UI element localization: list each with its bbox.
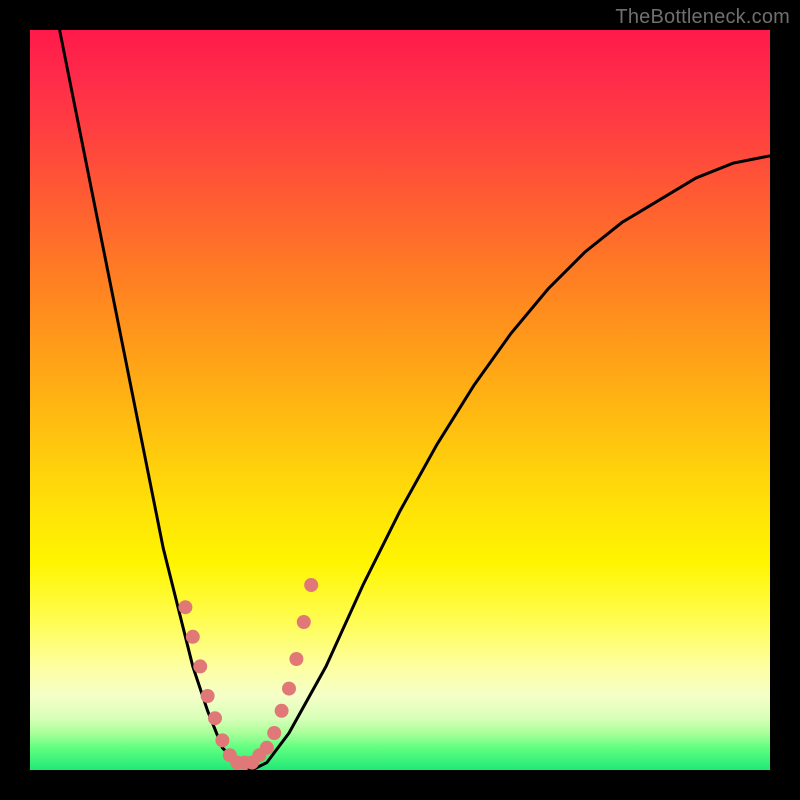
data-point (289, 652, 303, 666)
data-point (282, 682, 296, 696)
data-point (178, 600, 192, 614)
data-point (208, 711, 222, 725)
bottleneck-curve-path (60, 30, 770, 770)
plot-area (30, 30, 770, 770)
data-point (260, 741, 274, 755)
data-point (201, 689, 215, 703)
data-point (275, 704, 289, 718)
watermark-text: TheBottleneck.com (615, 6, 790, 29)
data-point (304, 578, 318, 592)
data-point (186, 630, 200, 644)
data-point (267, 726, 281, 740)
curve-svg (30, 30, 770, 770)
data-point (215, 733, 229, 747)
marker-group (178, 578, 318, 770)
chart-frame: TheBottleneck.com (0, 0, 800, 800)
data-point (193, 659, 207, 673)
data-point (297, 615, 311, 629)
